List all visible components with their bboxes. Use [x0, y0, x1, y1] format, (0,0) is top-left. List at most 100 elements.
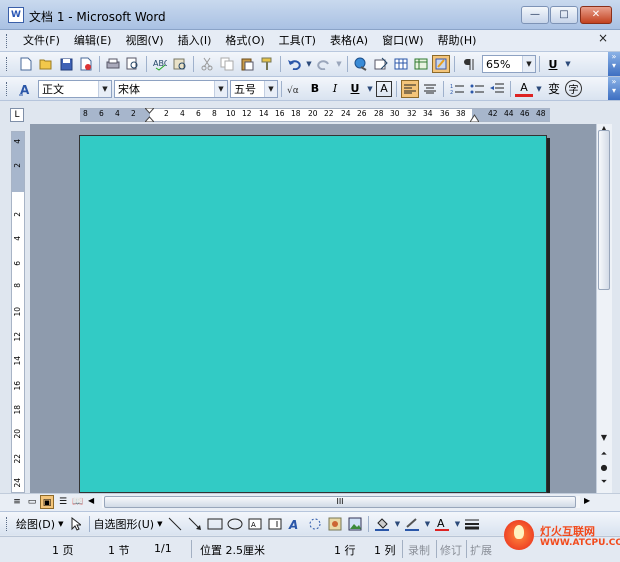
vertical-scroll-thumb[interactable] [598, 130, 610, 290]
numbering-icon[interactable]: 12 [448, 80, 466, 98]
tab-selector[interactable]: L [10, 108, 24, 122]
diagram-icon[interactable] [306, 515, 324, 533]
web-layout-icon[interactable]: ▭ [25, 495, 39, 509]
select-objects-icon[interactable] [67, 515, 85, 533]
align-left-icon[interactable] [401, 79, 419, 98]
scroll-down-icon[interactable]: ▼ [596, 433, 612, 446]
permission-icon[interactable] [77, 55, 95, 73]
normal-view-icon[interactable]: ≡ [10, 495, 24, 509]
text-box-icon[interactable]: A [246, 515, 264, 533]
print-preview-icon[interactable] [124, 55, 142, 73]
insert-picture-icon[interactable] [346, 515, 364, 533]
underline-dropdown-icon[interactable]: ▼ [366, 80, 374, 98]
arrow-tool-icon[interactable] [186, 515, 204, 533]
research-icon[interactable] [171, 55, 189, 73]
autoshapes-menu-button[interactable]: 自选图形(U) [93, 516, 154, 532]
italic-button[interactable]: I [326, 80, 344, 98]
fill-color-dropdown-icon[interactable]: ▼ [393, 515, 401, 533]
font-combo[interactable]: 宋体 ▼ [114, 79, 228, 98]
menu-table[interactable]: 表格(A) [323, 30, 375, 52]
print-layout-icon[interactable]: ▣ [40, 495, 54, 509]
line-color-dropdown-icon[interactable]: ▼ [423, 515, 431, 533]
outline-view-icon[interactable]: ☰ [56, 495, 70, 509]
toolbar-options-icon[interactable]: » ▾ [608, 77, 620, 100]
right-indent-marker[interactable] [469, 112, 480, 123]
new-document-icon[interactable] [17, 55, 35, 73]
insert-excel-icon[interactable] [412, 55, 430, 73]
paste-icon[interactable] [238, 55, 256, 73]
draw-font-color-icon[interactable]: A [433, 515, 451, 533]
indent-marker[interactable] [143, 107, 156, 123]
redo-dropdown-icon[interactable]: ▼ [335, 55, 343, 73]
bullets-icon[interactable] [468, 80, 486, 98]
menu-view[interactable]: 视图(V) [118, 30, 170, 52]
print-icon[interactable] [104, 55, 122, 73]
status-extend[interactable]: 扩展 [470, 542, 492, 558]
copy-icon[interactable] [218, 55, 236, 73]
undo-dropdown-icon[interactable]: ▼ [305, 55, 313, 73]
format-painter-icon[interactable] [258, 55, 276, 73]
toolbar-grip[interactable] [6, 81, 10, 96]
next-page-icon[interactable]: ⏷ [596, 477, 612, 490]
underline-dropdown-icon[interactable]: ▼ [564, 55, 572, 73]
underline-button[interactable]: U [346, 80, 364, 98]
align-center-icon[interactable] [421, 80, 439, 98]
chevron-down-icon[interactable]: ▼ [214, 80, 227, 97]
font-color-button[interactable]: A [515, 80, 533, 97]
rectangle-tool-icon[interactable] [206, 515, 224, 533]
decrease-indent-icon[interactable] [488, 80, 506, 98]
status-record[interactable]: 录制 [408, 542, 430, 558]
styles-formatting-icon[interactable]: A [17, 80, 35, 98]
maximize-button[interactable]: □ [550, 6, 578, 24]
draw-font-color-dropdown-icon[interactable]: ▼ [453, 515, 461, 533]
cut-icon[interactable] [198, 55, 216, 73]
tables-borders-icon[interactable] [372, 55, 390, 73]
chevron-down-icon[interactable]: ▼ [58, 520, 63, 528]
menu-tools[interactable]: 工具(T) [272, 30, 323, 52]
wordart-icon[interactable]: A [286, 515, 304, 533]
enclose-characters-button[interactable]: 字 [565, 80, 582, 97]
chevron-down-icon[interactable]: ▼ [157, 520, 162, 528]
status-track-changes[interactable]: 修订 [440, 542, 462, 558]
menu-window[interactable]: 窗口(W) [375, 30, 430, 52]
font-color-dropdown-icon[interactable]: ▼ [535, 80, 543, 98]
toolbar-grip[interactable] [6, 33, 10, 48]
previous-page-icon[interactable]: ⏶ [596, 449, 612, 462]
chevron-down-icon[interactable]: ▼ [264, 80, 277, 97]
zoom-combo[interactable]: 65% ▼ [482, 55, 536, 73]
menu-format[interactable]: 格式(O) [218, 30, 271, 52]
line-color-icon[interactable] [403, 515, 421, 533]
hyperlink-icon[interactable] [352, 55, 370, 73]
equation-icon[interactable]: √α [286, 80, 304, 98]
line-style-icon[interactable] [463, 515, 481, 533]
menu-file[interactable]: 文件(F) [16, 30, 67, 52]
character-border-button[interactable]: A [376, 80, 392, 97]
line-tool-icon[interactable] [166, 515, 184, 533]
document-page[interactable] [79, 135, 547, 493]
undo-icon[interactable] [285, 55, 303, 73]
toolbar-grip[interactable] [6, 516, 10, 531]
font-size-combo[interactable]: 五号 ▼ [230, 79, 278, 98]
oval-tool-icon[interactable] [226, 515, 244, 533]
close-window-button[interactable]: ✕ [580, 6, 612, 24]
toolbar-grip[interactable] [6, 57, 10, 71]
draw-menu-button[interactable]: 绘图(D) [16, 516, 55, 532]
spelling-check-icon[interactable]: ABC [151, 55, 169, 73]
phonetic-guide-button[interactable]: 变 [545, 80, 563, 98]
toolbar-options-icon[interactable]: » ▾ [608, 52, 620, 76]
chevron-down-icon[interactable]: ▼ [98, 80, 111, 97]
vertical-text-box-icon[interactable] [266, 515, 284, 533]
open-folder-icon[interactable] [37, 55, 55, 73]
minimize-button[interactable]: — [521, 6, 549, 24]
menu-edit[interactable]: 编辑(E) [67, 30, 119, 52]
chevron-down-icon[interactable]: ▼ [522, 56, 535, 72]
scroll-left-icon[interactable]: ◀ [88, 496, 94, 505]
menu-help[interactable]: 帮助(H) [431, 30, 484, 52]
style-combo[interactable]: 正文 ▼ [38, 79, 112, 98]
bold-button[interactable]: B [306, 80, 324, 98]
underline-style-icon[interactable]: U [544, 55, 562, 73]
clip-art-icon[interactable] [326, 515, 344, 533]
menu-insert[interactable]: 插入(I) [171, 30, 219, 52]
insert-table-icon[interactable] [392, 55, 410, 73]
redo-icon[interactable] [315, 55, 333, 73]
